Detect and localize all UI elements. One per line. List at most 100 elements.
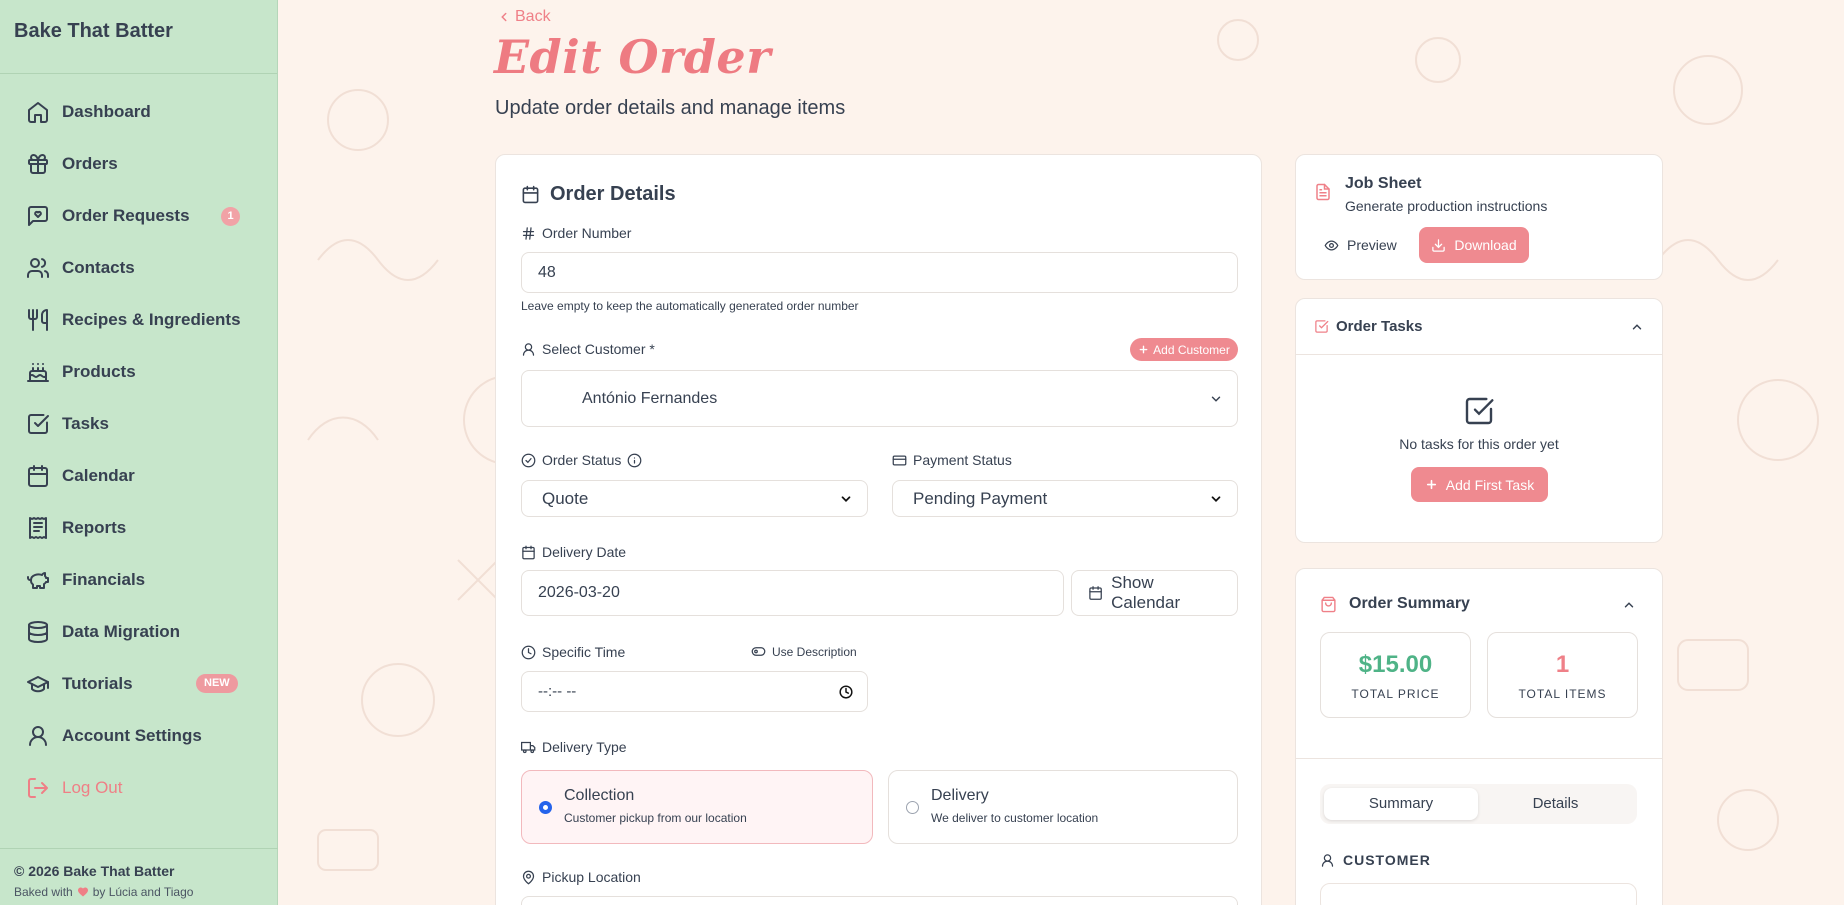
summary-tabs: Summary Details: [1320, 784, 1637, 824]
order-details-title: Order Details: [550, 183, 676, 205]
download-icon: [1432, 238, 1446, 252]
sidebar-item-orders[interactable]: Orders: [0, 138, 277, 190]
order-summary-header[interactable]: Order Summary: [1296, 569, 1662, 621]
preview-button[interactable]: Preview: [1324, 227, 1397, 263]
add-customer-label: Add Customer: [1153, 342, 1230, 357]
delivery-date-input[interactable]: 2026-03-20: [521, 570, 1064, 616]
total-items-stat: 1 TOTAL ITEMS: [1487, 632, 1638, 718]
summary-divider: [1296, 758, 1662, 759]
users-icon: [27, 258, 50, 278]
sidebar-item-tasks[interactable]: Tasks: [0, 398, 277, 450]
payment-status-select[interactable]: Pending Payment: [892, 480, 1238, 517]
delivery-option-collection[interactable]: Collection Customer pickup from our loca…: [521, 770, 873, 844]
order-number-label-text: Order Number: [542, 225, 632, 241]
sidebar-item-contacts[interactable]: Contacts: [0, 242, 277, 294]
order-number-label: Order Number: [521, 225, 631, 241]
delivery-title: Delivery: [931, 787, 989, 804]
sidebar-item-label: Tasks: [62, 414, 109, 433]
sidebar: Bake That Batter Dashboard Orders Order …: [0, 0, 278, 905]
sidebar-item-account-settings[interactable]: Account Settings: [0, 710, 277, 762]
add-customer-button[interactable]: Add Customer: [1130, 338, 1238, 361]
total-price-value: $15.00: [1358, 651, 1433, 678]
page-title: Edit Order: [494, 30, 771, 84]
chevron-up-icon[interactable]: [1622, 598, 1636, 612]
customer-section-heading: CUSTOMER: [1320, 852, 1431, 868]
toggle-icon: [751, 647, 766, 656]
use-description-toggle[interactable]: Use Description: [751, 644, 857, 659]
baked-prefix: Baked with: [14, 885, 73, 899]
credit-card-icon: [892, 455, 907, 465]
baked-with-text: Baked with by Lúcia and Tiago: [14, 885, 264, 899]
chevron-down-icon: [1211, 495, 1221, 502]
order-number-input[interactable]: 48: [521, 252, 1238, 293]
delivery-option-delivery[interactable]: Delivery We deliver to customer location: [888, 770, 1238, 844]
order-details-header: Order Details: [521, 183, 676, 206]
time-input[interactable]: --:-- --: [521, 671, 868, 712]
add-first-task-button[interactable]: Add First Task: [1411, 467, 1548, 502]
truck-icon: [521, 741, 536, 753]
download-label: Download: [1454, 237, 1517, 253]
calendar-icon: [522, 545, 535, 559]
home-icon: [28, 102, 48, 123]
sidebar-item-data-migration[interactable]: Data Migration: [0, 606, 277, 658]
total-price-label: TOTAL PRICE: [1351, 687, 1440, 701]
collection-radio[interactable]: [539, 801, 552, 814]
tab-summary[interactable]: Summary: [1324, 788, 1478, 820]
sidebar-item-label: Contacts: [62, 258, 135, 277]
sidebar-item-label: Orders: [62, 154, 118, 173]
sidebar-item-label: Log Out: [62, 778, 123, 797]
sidebar-item-recipes[interactable]: Recipes & Ingredients: [0, 294, 277, 346]
clock-icon[interactable]: [839, 684, 853, 699]
brand-title[interactable]: Bake That Batter: [0, 0, 277, 74]
preview-label: Preview: [1347, 237, 1397, 253]
back-label: Back: [515, 8, 551, 25]
delivery-type-label: Delivery Type: [521, 739, 627, 755]
cake-icon: [27, 363, 49, 382]
sidebar-item-order-requests[interactable]: Order Requests 1: [0, 190, 277, 242]
pickup-location-label-text: Pickup Location: [542, 869, 641, 885]
order-tasks-header[interactable]: Order Tasks: [1296, 299, 1662, 355]
sidebar-item-products[interactable]: Products: [0, 346, 277, 398]
delivery-date-label-text: Delivery Date: [542, 544, 627, 560]
order-status-label: Order Status: [521, 452, 642, 468]
chevron-up-icon[interactable]: [1630, 320, 1644, 334]
tutorials-new-badge: NEW: [196, 674, 238, 693]
back-link[interactable]: Back: [497, 8, 551, 26]
utensils-icon: [28, 309, 48, 331]
hash-icon: [522, 226, 535, 240]
sidebar-item-logout[interactable]: Log Out: [0, 762, 277, 814]
show-calendar-button[interactable]: Show Calendar: [1071, 570, 1238, 616]
order-tasks-card: Order Tasks No tasks for this order yet …: [1295, 298, 1663, 543]
customer-label-text: Select Customer *: [542, 341, 655, 357]
tab-details[interactable]: Details: [1478, 788, 1633, 820]
map-pin-icon: [522, 870, 535, 885]
sidebar-item-financials[interactable]: Financials: [0, 554, 277, 606]
sidebar-item-tutorials[interactable]: Tutorials NEW: [0, 658, 277, 710]
sidebar-nav: Dashboard Orders Order Requests 1 Contac…: [0, 74, 277, 814]
pickup-location-input[interactable]: [521, 896, 1238, 905]
sidebar-item-calendar[interactable]: Calendar: [0, 450, 277, 502]
sidebar-item-dashboard[interactable]: Dashboard: [0, 86, 277, 138]
calendar-icon: [28, 465, 48, 487]
sidebar-item-reports[interactable]: Reports: [0, 502, 277, 554]
calendar-icon: [522, 185, 539, 204]
order-status-label-text: Order Status: [542, 452, 622, 468]
sidebar-item-label: Recipes & Ingredients: [62, 310, 241, 329]
sidebar-item-label: Products: [62, 362, 136, 381]
chevron-down-icon: [1211, 396, 1221, 402]
info-icon[interactable]: [627, 453, 642, 468]
collection-subtitle: Customer pickup from our location: [564, 811, 747, 825]
job-sheet-card: Job Sheet Generate production instructio…: [1295, 154, 1663, 280]
order-summary-title: Order Summary: [1349, 595, 1470, 612]
customer-select[interactable]: António Fernandes: [521, 370, 1238, 427]
total-price-stat: $15.00 TOTAL PRICE: [1320, 632, 1471, 718]
order-status-value: Quote: [542, 488, 589, 508]
file-text-icon: [1316, 183, 1330, 201]
delivery-radio[interactable]: [906, 801, 919, 814]
download-button[interactable]: Download: [1419, 227, 1529, 263]
payment-status-value: Pending Payment: [913, 488, 1048, 508]
customer-value: António Fernandes: [582, 389, 718, 407]
delivery-type-label-text: Delivery Type: [542, 739, 627, 755]
job-sheet-subtitle: Generate production instructions: [1345, 198, 1548, 214]
order-status-select[interactable]: Quote: [521, 480, 868, 517]
